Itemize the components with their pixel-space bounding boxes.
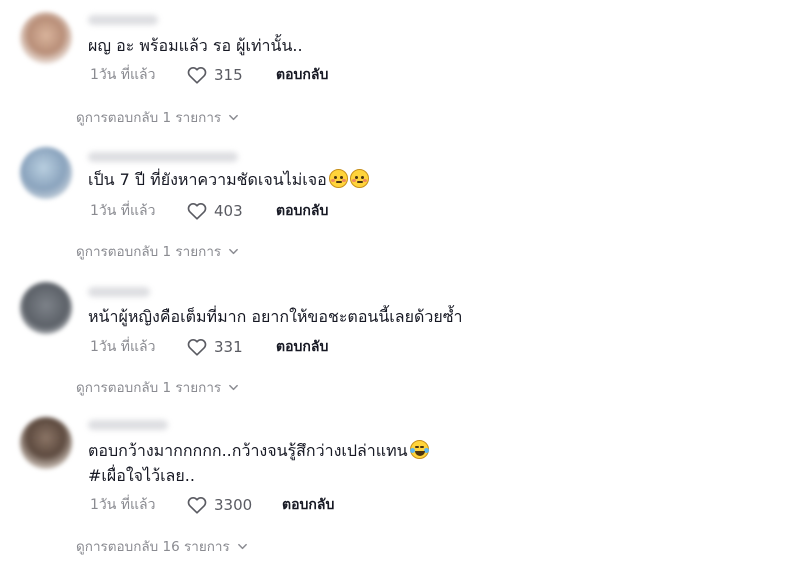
like-button[interactable]: 315: [186, 64, 268, 86]
view-replies-button[interactable]: ดูการตอบกลับ 16 รายการ: [76, 535, 248, 557]
username[interactable]: [88, 152, 238, 162]
comment-text: ตอบกว้างมากกกกก..กว้างจนรู้สึกว่างเปล่าแ…: [88, 438, 429, 463]
like-count: 331: [214, 338, 243, 356]
comment-text-line: #เผื่อใจไว้เลย..: [88, 466, 195, 485]
like-count: 3300: [214, 496, 253, 514]
view-replies-label: ดูการตอบกลับ 16 รายการ: [76, 539, 230, 555]
heart-outline-icon: [187, 339, 207, 356]
avatar[interactable]: [20, 282, 72, 334]
comment-text: หน้าผู้หญิงคือเต็มที่มาก อยากให้ขอชะตอนน…: [88, 304, 463, 329]
flushed-face-emoji: [328, 169, 348, 188]
comment-meta: 1วัน ที่แล้ว 331 ตอบกลับ: [90, 336, 328, 358]
username[interactable]: [88, 15, 158, 25]
reply-button[interactable]: ตอบกลับ: [276, 200, 328, 222]
comment-text-line: เป็น 7 ปี ที่ยังหาความชัดเจนไม่เจอ: [88, 170, 327, 189]
like-button[interactable]: 403: [186, 200, 268, 222]
comment-item: เป็น 7 ปี ที่ยังหาความชัดเจนไม่เจอ 1วัน …: [0, 135, 800, 265]
chevron-down-icon: [237, 543, 247, 549]
comment-text: #เผื่อใจไว้เลย..: [88, 463, 195, 488]
flushed-face-emoji: [349, 169, 369, 188]
comment-meta: 1วัน ที่แล้ว 3300 ตอบกลับ: [90, 494, 334, 516]
like-count: 315: [214, 66, 243, 84]
chevron-down-icon: [229, 248, 239, 254]
heart-outline-icon: [187, 203, 207, 220]
like-count: 403: [214, 202, 243, 220]
username[interactable]: [88, 420, 168, 430]
view-replies-label: ดูการตอบกลับ 1 รายการ: [76, 244, 222, 260]
comment-text-line: ผญ อะ พร้อมแล้ว รอ ผู้เท่านั้น..: [88, 36, 303, 55]
comment-item: หน้าผู้หญิงคือเต็มที่มาก อยากให้ขอชะตอนน…: [0, 270, 800, 400]
avatar[interactable]: [20, 147, 72, 199]
comment-time: 1วัน ที่แล้ว: [90, 339, 156, 355]
comment-text: ผญ อะ พร้อมแล้ว รอ ผู้เท่านั้น..: [88, 33, 303, 58]
reply-button[interactable]: ตอบกลับ: [276, 64, 328, 86]
avatar[interactable]: [20, 417, 72, 469]
like-button[interactable]: 331: [186, 336, 268, 358]
view-replies-button[interactable]: ดูการตอบกลับ 1 รายการ: [76, 106, 239, 128]
heart-outline-icon: [187, 497, 207, 514]
username[interactable]: [88, 287, 150, 297]
comment-time: 1วัน ที่แล้ว: [90, 203, 156, 219]
comment-text-line: ตอบกว้างมากกกกก..กว้างจนรู้สึกว่างเปล่าแ…: [88, 441, 408, 460]
view-replies-label: ดูการตอบกลับ 1 รายการ: [76, 110, 222, 126]
comment-meta: 1วัน ที่แล้ว 315 ตอบกลับ: [90, 64, 328, 86]
comment-text: เป็น 7 ปี ที่ยังหาความชัดเจนไม่เจอ: [88, 167, 369, 192]
comment-time: 1วัน ที่แล้ว: [90, 497, 156, 513]
comment-meta: 1วัน ที่แล้ว 403 ตอบกลับ: [90, 200, 328, 222]
reply-button[interactable]: ตอบกลับ: [282, 494, 334, 516]
tears-of-joy-emoji: [409, 440, 429, 459]
chevron-down-icon: [229, 114, 239, 120]
chevron-down-icon: [229, 384, 239, 390]
heart-outline-icon: [187, 67, 207, 84]
reply-button[interactable]: ตอบกลับ: [276, 336, 328, 358]
comment-text-line: หน้าผู้หญิงคือเต็มที่มาก อยากให้ขอชะตอนน…: [88, 307, 463, 326]
view-replies-button[interactable]: ดูการตอบกลับ 1 รายการ: [76, 376, 239, 398]
comment-item: ผญ อะ พร้อมแล้ว รอ ผู้เท่านั้น.. 1วัน ที…: [0, 0, 800, 130]
comment-item: ตอบกว้างมากกกกก..กว้างจนรู้สึกว่างเปล่าแ…: [0, 405, 800, 563]
avatar[interactable]: [20, 12, 72, 64]
like-button[interactable]: 3300: [186, 494, 274, 516]
comment-time: 1วัน ที่แล้ว: [90, 67, 156, 83]
view-replies-button[interactable]: ดูการตอบกลับ 1 รายการ: [76, 240, 239, 262]
view-replies-label: ดูการตอบกลับ 1 รายการ: [76, 380, 222, 396]
